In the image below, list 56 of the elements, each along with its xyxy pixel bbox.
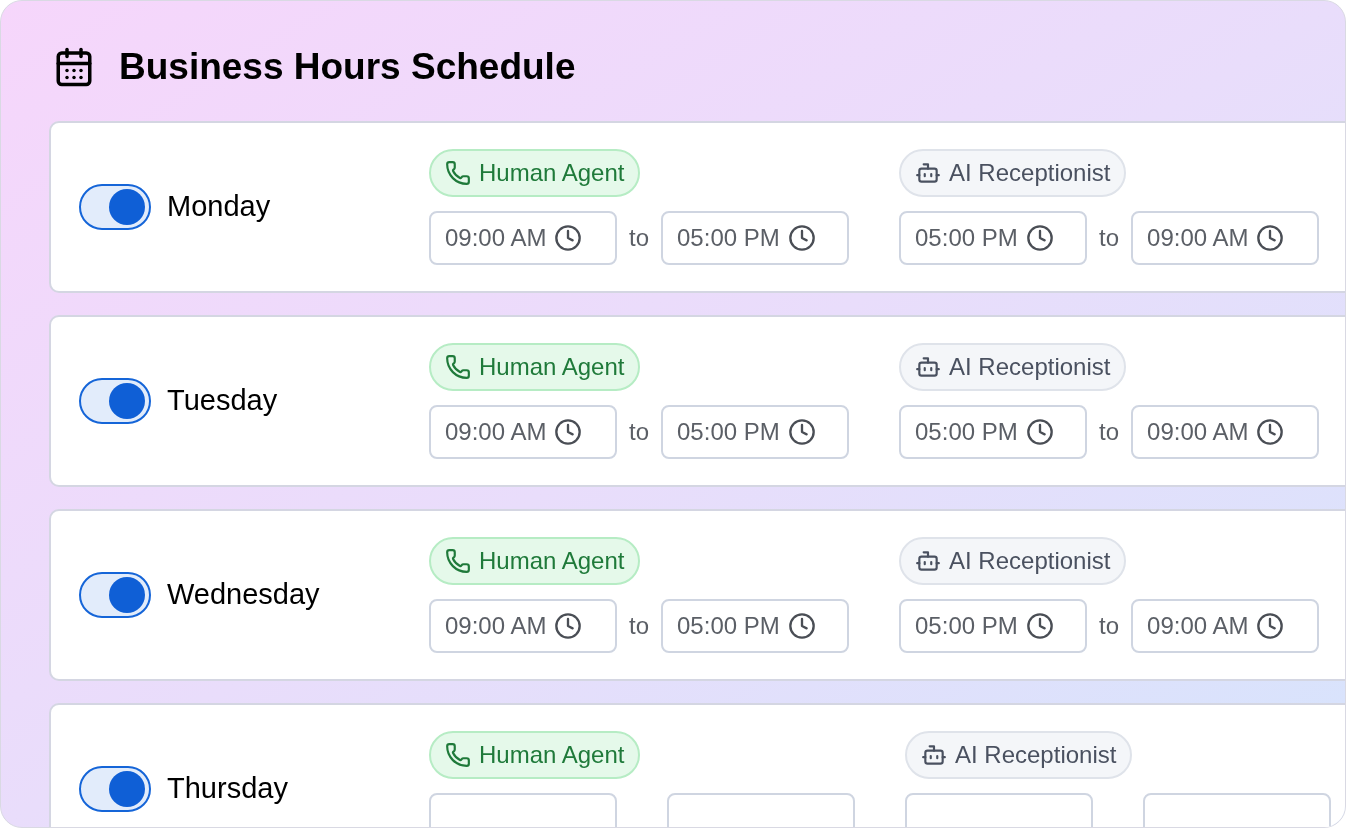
clock-icon [787,224,816,252]
time-field[interactable]: 09:00 AM [429,599,617,653]
clock-icon [787,418,816,446]
agent-badge: AI Receptionist [899,343,1127,391]
agent-badge: AI Receptionist [899,537,1127,585]
calendar-icon [53,46,95,88]
robot-icon [915,354,941,380]
agent-badge: Human Agent [429,149,641,197]
time-field[interactable]: 05:00 PM [661,211,849,265]
day-label: Monday [167,189,271,225]
phone-icon [445,742,471,768]
time-field[interactable]: 09:00 AM [1131,405,1320,459]
agent-badge: Human Agent [429,731,641,779]
robot-icon [915,160,941,186]
range-separator: to [629,223,649,253]
phone-icon [445,354,471,380]
range-separator: to [1099,223,1120,253]
range-separator: to [629,417,649,447]
time-field[interactable]: 05:00 PM [899,599,1087,653]
clock-icon [554,224,583,252]
time-field[interactable]: 05:00 PM [899,405,1087,459]
agent-badge: AI Receptionist [905,731,1133,779]
time-field[interactable]: 05:00 PM [899,211,1087,265]
phone-icon [445,548,471,574]
time-field[interactable]: 09:00 AM [1131,599,1320,653]
phone-icon [445,160,471,186]
day-label: Thursday [167,771,288,807]
clock-icon [1256,612,1285,640]
agent-badge: Human Agent [429,343,641,391]
time-field[interactable]: 05:00 PM [661,405,849,459]
agent-badge: Human Agent [429,537,641,585]
robot-icon [915,548,941,574]
clock-icon [1256,224,1285,252]
time-field[interactable]: 09:00 AM [429,211,617,265]
clock-icon [1025,224,1054,252]
toggle-switch[interactable] [79,378,151,424]
day-label: Wednesday [167,577,320,613]
toggle-switch[interactable] [79,184,151,230]
clock-icon [554,612,583,640]
page-title: Business Hours Schedule [119,45,576,90]
agent-badge: AI Receptionist [899,149,1127,197]
time-field[interactable]: 09:00 AM [429,405,617,459]
toggle-switch[interactable] [79,572,151,618]
range-separator: to [629,611,649,641]
time-field[interactable]: 09:00 AM [1131,211,1320,265]
clock-icon [787,612,816,640]
clock-icon [1025,418,1054,446]
clock-icon [1025,612,1054,640]
range-separator: to [1099,417,1120,447]
day-label: Tuesday [167,383,278,419]
range-separator: to [1099,611,1120,641]
robot-icon [921,742,947,768]
clock-icon [554,418,583,446]
time-field[interactable]: 05:00 PM [661,599,849,653]
clock-icon [1256,418,1285,446]
toggle-switch[interactable] [79,766,151,812]
